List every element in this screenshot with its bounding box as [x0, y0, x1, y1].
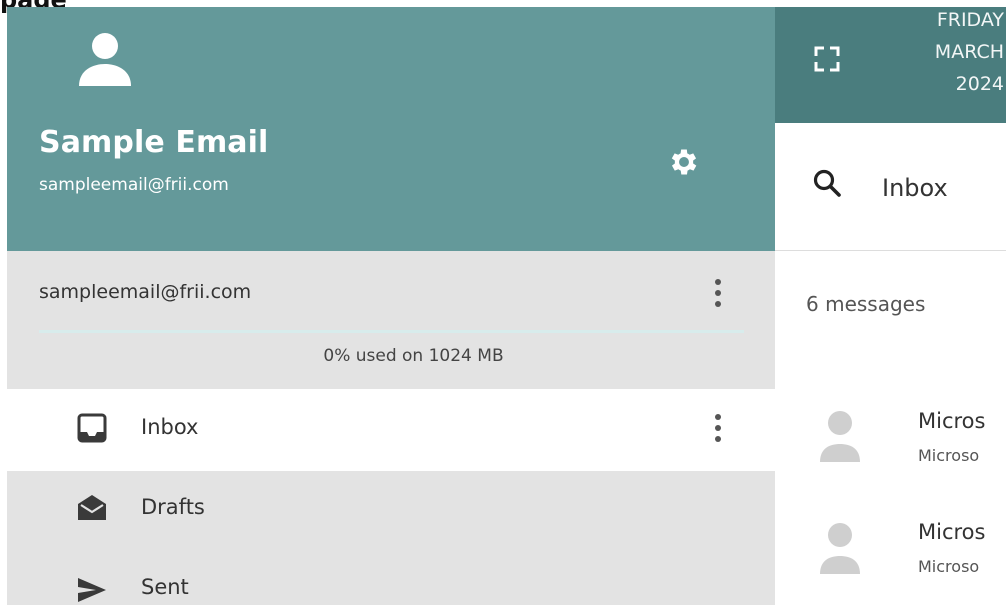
message-sender: Micros: [918, 520, 986, 544]
message-sender: Micros: [918, 409, 986, 433]
more-vertical-icon[interactable]: [707, 274, 729, 314]
avatar-icon: [820, 523, 860, 574]
date-day: FRIDAY: [936, 9, 1004, 31]
divider: [775, 250, 1006, 251]
search-input[interactable]: [872, 160, 1006, 216]
sidebar-item-inbox[interactable]: [7, 389, 775, 471]
profile-email: sampleemail@frii.com: [39, 175, 229, 195]
storage-bar: [39, 330, 744, 333]
send-icon: [78, 578, 106, 602]
storage-text: 0% used on 1024 MB: [323, 346, 504, 366]
message-count: 6 messages: [806, 292, 926, 316]
drafts-icon: [78, 495, 106, 520]
sidebar-item-label-sent: Sent: [141, 575, 189, 599]
date-month: MARCH: [934, 41, 1004, 63]
fullscreen-icon[interactable]: [810, 42, 844, 76]
date-display: FRIDAY MARCH 2024: [880, 4, 1006, 100]
sidebar-item-drafts[interactable]: [7, 471, 775, 553]
avatar-icon: [820, 411, 860, 462]
date-year: 2024: [955, 73, 1004, 95]
search-icon[interactable]: [812, 168, 842, 198]
message-preview: Microso: [918, 446, 980, 465]
message-row[interactable]: [775, 392, 1006, 480]
person-icon: [79, 33, 131, 86]
more-vertical-icon[interactable]: [707, 409, 729, 449]
message-preview: Microso: [918, 557, 980, 576]
gear-icon[interactable]: [667, 145, 701, 179]
profile-name: Sample Email: [39, 125, 269, 160]
sidebar-item-label-drafts: Drafts: [141, 495, 205, 519]
app-root: page Sample Email sampleemail@frii.com s…: [0, 0, 1006, 605]
sidebar-item-sent[interactable]: [7, 553, 775, 605]
sidebar-item-label-inbox: Inbox: [141, 415, 199, 439]
account-email: sampleemail@frii.com: [39, 281, 252, 303]
inbox-icon: [77, 413, 107, 443]
